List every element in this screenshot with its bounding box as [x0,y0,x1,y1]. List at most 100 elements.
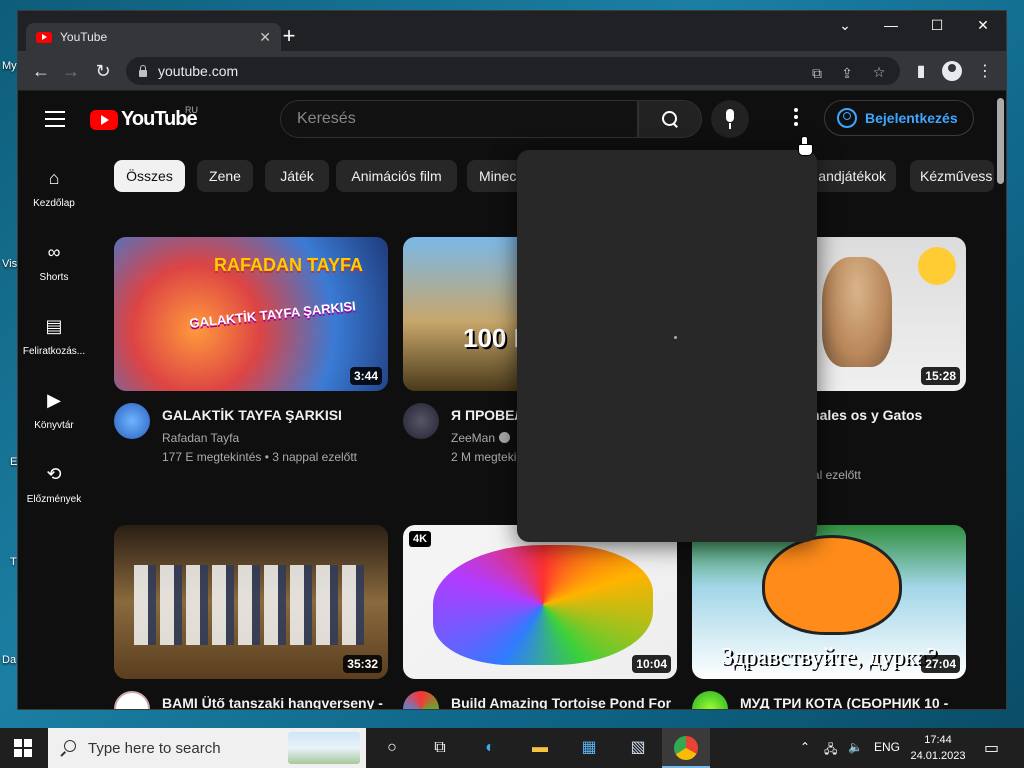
channel-name[interactable]: Rafadan Tayfa [162,431,239,445]
close-window-button[interactable]: ✕ [968,17,998,34]
desktop-icon-label[interactable]: My [2,60,17,72]
clock[interactable]: 17:44 24.01.2023 [908,732,968,764]
youtube-header: YouTube RU Keresés Bejelentkezés [18,92,1006,184]
bookmark-star-icon[interactable]: ☆ [870,64,888,81]
video-card[interactable]: Здравствуйте, дурка? 27:04 МУД ТРИ КОТА … [692,525,966,709]
task-view-icon[interactable]: ⧉ [428,736,452,760]
video-card[interactable]: 4K 10:04 Build Amazing Tortoise Pond For… [403,525,677,709]
channel-avatar[interactable] [403,691,439,709]
channel-avatar[interactable] [114,403,150,439]
cortana-icon[interactable]: ○ [380,736,404,760]
settings-kebab-icon[interactable] [788,108,804,130]
tray-chevron-icon[interactable]: ⌃ [800,740,810,754]
chip-crafts[interactable]: Kézművess [910,160,994,192]
windows-start-icon[interactable] [14,739,32,757]
history-icon: ⟲ [46,463,62,484]
network-icon[interactable]: 🖧 [824,740,837,761]
channel-avatar[interactable] [692,691,728,709]
channel-avatar[interactable] [114,691,150,709]
library-icon: ▶ [47,389,61,410]
nav-item-library[interactable]: ▶ Könyvtár [18,388,90,432]
desktop-icon-label[interactable]: T [10,556,17,568]
minimize-button[interactable]: — [876,17,906,33]
video-thumbnail[interactable]: Здравствуйте, дурка? 27:04 [692,525,966,679]
language-indicator[interactable]: ENG [874,740,900,754]
browser-menu-icon[interactable]: ⋮ [974,61,996,81]
reload-icon[interactable]: ↻ [92,61,114,81]
signin-button[interactable]: Bejelentkezés [824,100,974,136]
video-thumbnail[interactable]: RAFADAN TAYFA GALAKTİK TAYFA ŞARKISI 3:4… [114,237,388,391]
tab-search-dropdown-icon[interactable]: ⌄ [830,17,860,34]
channel-name-text: ZeeMan [451,431,496,445]
verified-badge-icon [499,432,511,443]
video-card[interactable]: RAFADAN TAYFA GALAKTİK TAYFA ŞARKISI 3:4… [114,237,388,483]
nav-item-shorts[interactable]: ∞ Shorts [18,240,90,284]
search-icon [60,740,76,756]
chip-animation[interactable]: Animációs film [336,160,457,192]
nav-label: Előzmények [26,494,82,505]
search-input[interactable]: Keresés [280,100,638,138]
video-title[interactable]: BAMI Ütő tanszaki hangverseny - 2023. ja… [162,693,386,709]
maximize-button[interactable]: ☐ [922,17,952,34]
desktop-icon-label[interactable]: Vis [2,258,17,270]
edge-icon[interactable]: ◐ [478,736,502,760]
chip-board-games[interactable]: andjátékok [804,160,896,192]
hamburger-menu-icon[interactable] [45,111,65,127]
taskbar-search-input[interactable]: Type here to search [48,728,366,768]
chip-gaming[interactable]: Játék [265,160,329,192]
nav-item-home[interactable]: ⌂ Kezdőlap [18,166,90,210]
video-duration: 10:04 [632,655,671,673]
open-in-app-icon[interactable]: ⧉ [808,65,826,82]
video-title[interactable]: МУД ТРИ КОТА (СБОРНИК 10 - 12) ДЕМОТИВАТ… [740,693,964,709]
photos-icon[interactable]: ▧ [626,736,650,760]
video-duration: 15:28 [921,367,960,385]
side-panel-icon[interactable]: ▮ [910,61,932,81]
back-arrow-icon[interactable]: ← [30,61,52,81]
video-title[interactable]: Build Amazing Tortoise Pond For Turtle F… [451,693,675,709]
title-bar[interactable]: YouTube ✕ + ⌄ — ☐ ✕ [18,11,1006,51]
share-icon[interactable]: ⇪ [838,65,856,82]
chip-minecraft[interactable]: Minec [467,160,523,192]
settings-popup-menu[interactable] [517,150,817,542]
forward-arrow-icon[interactable]: → [60,61,82,81]
youtube-page: YouTube RU Keresés Bejelentkezés ⌂ Kezdő… [18,92,1006,709]
tab-youtube[interactable]: YouTube ✕ [26,23,281,51]
file-explorer-icon[interactable]: ▬ [528,736,552,760]
4k-badge: 4K [409,531,432,547]
laughing-emoji-icon [918,247,956,285]
channel-avatar[interactable] [403,403,439,439]
nav-item-subscriptions[interactable]: ▤ Feliratkozás... [18,314,90,358]
nav-item-history[interactable]: ⟲ Előzmények [18,462,90,506]
volume-icon[interactable]: 🔈 [848,740,863,754]
store-icon[interactable]: ▦ [577,736,601,760]
video-card[interactable]: 35:32 BAMI Ütő tanszaki hangverseny - 20… [114,525,388,709]
notifications-icon[interactable]: ▭ [984,738,999,758]
nav-label: Kezdőlap [33,198,75,209]
nav-label: Shorts [39,272,69,283]
subscriptions-icon: ▤ [45,315,63,336]
channel-name[interactable]: ZeeMan [451,431,511,445]
address-bar[interactable]: youtube.com [126,57,900,85]
country-code: RU [185,105,198,115]
search-button[interactable] [638,100,702,138]
url-text[interactable]: youtube.com [158,63,238,79]
youtube-logo[interactable]: YouTube RU [90,105,198,131]
taskbar-search-placeholder: Type here to search [88,739,221,757]
close-tab-icon[interactable]: ✕ [259,29,271,46]
video-thumbnail[interactable]: 4K 10:04 [403,525,677,679]
chip-all[interactable]: Összes [114,160,185,192]
home-icon: ⌂ [48,167,60,188]
lock-icon[interactable] [138,65,148,77]
chrome-taskbar-button[interactable] [662,728,710,768]
new-tab-button[interactable]: + [278,25,300,47]
video-title[interactable]: GALAKTİK TAYFA ŞARKISI [162,405,386,425]
clock-date: 24.01.2023 [910,750,966,762]
desktop-icon-label[interactable]: Da [2,654,16,666]
nav-label: Feliratkozás... [22,346,86,357]
video-thumbnail[interactable]: 35:32 [114,525,388,679]
page-scrollbar[interactable] [997,98,1004,184]
profile-avatar-icon[interactable] [942,61,962,81]
signin-label: Bejelentkezés [865,110,958,126]
voice-search-mic-icon[interactable] [711,100,749,138]
chip-music[interactable]: Zene [197,160,253,192]
